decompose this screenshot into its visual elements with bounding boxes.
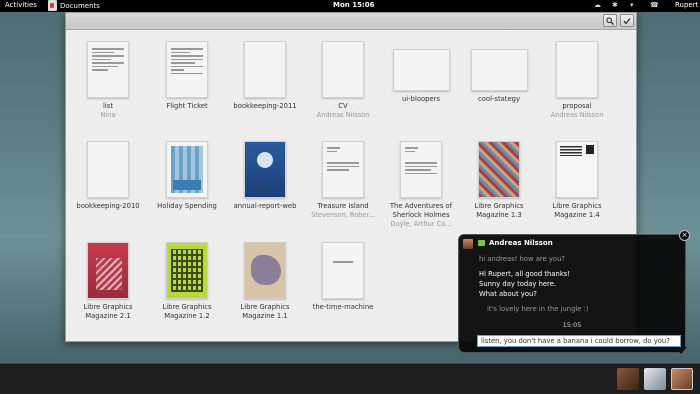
document-thumbnail bbox=[166, 141, 208, 198]
document-item[interactable]: Holiday Spending bbox=[149, 141, 225, 211]
chat-message: Hi Rupert, all good thanks! bbox=[479, 270, 571, 278]
document-name: bookkeeping-2011 bbox=[233, 102, 297, 110]
document-item[interactable]: Treasure Island Stevenson, Rober... bbox=[305, 141, 381, 220]
app-menu[interactable]: Documents bbox=[48, 0, 100, 11]
document-name: Holiday Spending bbox=[157, 202, 217, 210]
search-icon bbox=[606, 17, 614, 25]
document-item[interactable]: ui-bloopers bbox=[383, 41, 459, 104]
document-name: bookkeeping-2010 bbox=[76, 202, 140, 210]
chat-notification[interactable]: × Andreas Nilsson hi andreas! how are yo… bbox=[458, 230, 690, 354]
chat-sender: Andreas Nilsson bbox=[489, 239, 553, 247]
document-item[interactable]: Libre Graphics Magazine 1.4 bbox=[539, 141, 615, 220]
user-menu[interactable]: Rupert bbox=[675, 1, 698, 9]
document-thumbnail bbox=[166, 41, 208, 98]
document-name: Libre Graphics Magazine 2.1 bbox=[83, 303, 133, 320]
activities-button[interactable]: Activities bbox=[5, 1, 37, 9]
volume-icon[interactable]: ☎ bbox=[650, 1, 659, 9]
document-thumbnail bbox=[322, 141, 364, 198]
document-thumbnail bbox=[556, 141, 598, 198]
chat-message: hi andreas! how are you? bbox=[479, 255, 565, 263]
documents-app-icon bbox=[48, 0, 57, 11]
document-item[interactable]: Libre Graphics Magazine 1.1 bbox=[227, 242, 303, 321]
chat-message: it's lovely here in the jungle :) bbox=[487, 305, 589, 313]
document-author: Nina bbox=[100, 111, 116, 119]
document-thumbnail bbox=[322, 41, 364, 98]
document-item[interactable]: cool-stategy bbox=[461, 41, 537, 104]
document-item[interactable]: list Nina bbox=[70, 41, 146, 120]
document-name: proposal bbox=[562, 102, 592, 110]
document-thumbnail bbox=[244, 141, 286, 198]
chat-message-icon bbox=[478, 240, 485, 246]
check-icon bbox=[623, 18, 631, 25]
top-bar: Activities Documents Mon 15:06 ☁ ✱ ▾ ☎ R… bbox=[0, 0, 700, 12]
document-name: the-time-machine bbox=[312, 303, 374, 311]
chat-timestamp: 15:05 bbox=[562, 321, 582, 329]
tray-avatar[interactable] bbox=[644, 368, 666, 390]
document-name: cool-stategy bbox=[478, 95, 520, 103]
document-item[interactable]: annual-report-web bbox=[227, 141, 303, 211]
document-thumbnail bbox=[400, 141, 442, 198]
document-thumbnail bbox=[244, 242, 286, 299]
search-button[interactable] bbox=[603, 14, 617, 27]
accessibility-icon[interactable]: ☁ bbox=[594, 1, 601, 9]
document-item[interactable]: the-time-machine bbox=[305, 242, 381, 312]
bluetooth-icon[interactable]: ✱ bbox=[612, 1, 618, 9]
document-thumbnail bbox=[87, 41, 129, 98]
document-item[interactable]: CV Andreas Nilsson bbox=[305, 41, 381, 120]
document-author: Andreas Nilsson bbox=[316, 111, 370, 119]
chat-message: What about you? bbox=[479, 290, 537, 298]
tray-avatar[interactable] bbox=[617, 368, 639, 390]
document-item[interactable]: bookkeeping-2011 bbox=[227, 41, 303, 111]
document-name: The Adventures of Sherlock Holmes bbox=[389, 202, 453, 219]
document-thumbnail bbox=[392, 49, 450, 91]
document-item[interactable]: The Adventures of Sherlock Holmes Doyle,… bbox=[383, 141, 459, 229]
notification-tail bbox=[675, 347, 687, 354]
chat-reply-input[interactable]: listen, you don't have a banana i could … bbox=[477, 335, 681, 347]
document-name: annual-report-web bbox=[233, 202, 297, 210]
message-tray bbox=[0, 363, 700, 394]
document-name: Treasure Island bbox=[317, 202, 369, 210]
document-item[interactable]: bookkeeping-2010 bbox=[70, 141, 146, 211]
clock[interactable]: Mon 15:06 bbox=[333, 1, 374, 9]
app-name: Documents bbox=[60, 1, 100, 10]
network-icon[interactable]: ▾ bbox=[630, 1, 634, 9]
document-thumbnail bbox=[556, 41, 598, 98]
selection-mode-button[interactable] bbox=[620, 14, 634, 27]
document-name: CV bbox=[338, 102, 348, 110]
document-thumbnail bbox=[470, 49, 528, 91]
document-item[interactable]: Libre Graphics Magazine 1.2 bbox=[149, 242, 225, 321]
window-header bbox=[66, 13, 636, 30]
document-item[interactable]: Libre Graphics Magazine 2.1 bbox=[70, 242, 146, 321]
document-name: Libre Graphics Magazine 1.2 bbox=[162, 303, 212, 320]
document-thumbnail bbox=[87, 141, 129, 198]
document-name: Libre Graphics Magazine 1.1 bbox=[240, 303, 290, 320]
close-icon: × bbox=[681, 231, 688, 239]
document-name: ui-bloopers bbox=[401, 95, 440, 103]
document-thumbnail bbox=[478, 141, 520, 198]
document-thumbnail bbox=[322, 242, 364, 299]
chat-message: Sunny day today here. bbox=[479, 280, 557, 288]
tray-avatar[interactable] bbox=[671, 368, 693, 390]
document-name: Libre Graphics Magazine 1.3 bbox=[474, 202, 524, 219]
document-thumbnail bbox=[166, 242, 208, 299]
contact-avatar bbox=[463, 239, 473, 249]
close-notification-button[interactable]: × bbox=[679, 230, 690, 241]
document-name: list bbox=[103, 102, 113, 110]
document-author: Stevenson, Rober... bbox=[311, 211, 375, 219]
document-author: Doyle, Arthur Co... bbox=[390, 220, 452, 228]
document-item[interactable]: proposal Andreas Nilsson bbox=[539, 41, 615, 120]
document-name: Flight Ticket bbox=[166, 102, 208, 110]
document-name: Libre Graphics Magazine 1.4 bbox=[552, 202, 602, 219]
document-thumbnail bbox=[244, 41, 286, 98]
document-item[interactable]: Flight Ticket bbox=[149, 41, 225, 111]
document-author: Andreas Nilsson bbox=[550, 111, 604, 119]
document-item[interactable]: Libre Graphics Magazine 1.3 bbox=[461, 141, 537, 220]
document-thumbnail bbox=[87, 242, 129, 299]
